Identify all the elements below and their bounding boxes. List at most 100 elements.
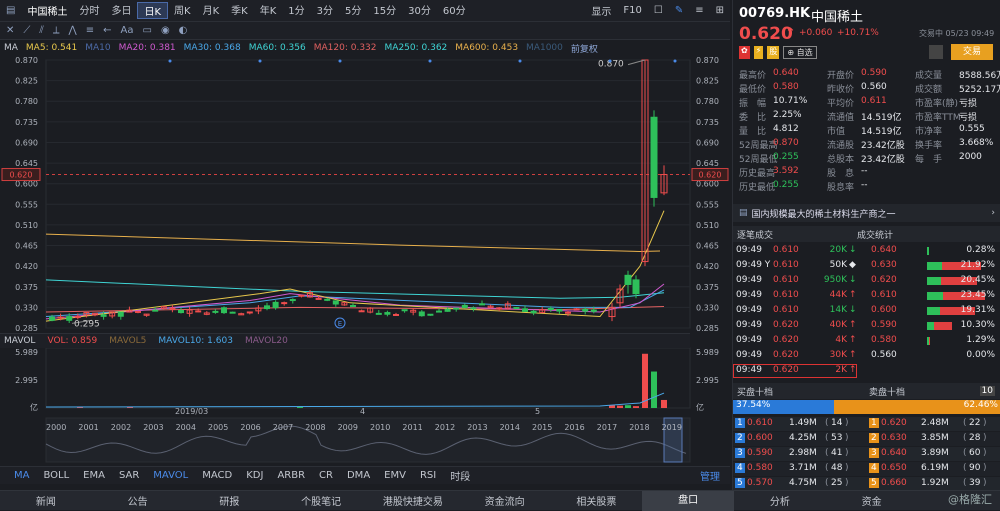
bottom-tab[interactable]: 盘口: [642, 490, 734, 511]
zigzag-icon[interactable]: ⋀: [69, 25, 77, 36]
event-dot: [168, 59, 172, 63]
book-level: 2: [735, 433, 745, 443]
candle: [74, 316, 81, 319]
indicator-tab[interactable]: MACD: [202, 470, 232, 481]
text-icon[interactable]: Aa: [121, 25, 134, 36]
indicator-tab[interactable]: MAVOL: [153, 470, 188, 481]
stock-name[interactable]: 中国稀土: [21, 3, 73, 18]
dist-buy-bar: [927, 247, 929, 255]
indicator-tab[interactable]: DMA: [347, 470, 370, 481]
tick-direction-icon: ↑: [849, 320, 857, 330]
tick-volume: 30K: [829, 350, 847, 360]
fib-icon[interactable]: ≡: [86, 25, 94, 36]
draw-line-icon[interactable]: ✕: [6, 25, 14, 36]
indicator-tab[interactable]: SAR: [119, 470, 139, 481]
trend-icon[interactable]: ⟋: [23, 25, 30, 36]
intro-text: 国内规模最大的稀土材料生产商之一: [751, 209, 896, 220]
list-icon[interactable]: ≡: [689, 5, 709, 16]
period-tab[interactable]: 分时: [73, 2, 105, 19]
tick-time: 09:49: [736, 290, 762, 300]
bottom-tab[interactable]: 资金: [826, 493, 918, 508]
price-tick-left: 0.735: [15, 118, 38, 127]
period-tab[interactable]: 周K: [168, 2, 197, 19]
bottom-tab[interactable]: 公告: [92, 493, 184, 508]
book-orders: 22: [969, 418, 981, 428]
period-tab[interactable]: 日K: [137, 2, 169, 19]
bottom-tab[interactable]: 分析: [734, 493, 826, 508]
dist-price: 0.620: [871, 275, 897, 285]
ma-legend-item: MA1000: [526, 43, 563, 53]
stat-label: 流通股: [827, 141, 855, 151]
alert-icon[interactable]: [929, 45, 943, 59]
bottom-tab[interactable]: 港股快捷交易: [367, 493, 459, 508]
kline-chart[interactable]: 0.870 0.870 0.825 0.825 0.780 0.780 0.735 0.735…: [0, 56, 730, 466]
indicator-tab[interactable]: BOLL: [43, 470, 69, 481]
indicator-tab[interactable]: 时段: [450, 468, 470, 483]
book-row-bg: [733, 432, 1000, 446]
candle: [135, 310, 141, 313]
stat-value: 0.255: [773, 152, 799, 162]
period-tab[interactable]: 30分: [402, 2, 437, 19]
bottom-tab[interactable]: 相关股票: [551, 493, 643, 508]
candle: [444, 308, 451, 312]
indicator-tab[interactable]: EMA: [83, 470, 105, 481]
badges: ✿ ⚡ 股 ⊕ 自选: [739, 46, 817, 59]
eye-icon[interactable]: ◉: [161, 25, 170, 36]
channel-icon[interactable]: ⟂: [53, 25, 60, 36]
bottom-tab[interactable]: 研报: [184, 493, 276, 508]
candle: [289, 299, 296, 302]
indicator-tab[interactable]: EMV: [384, 470, 406, 481]
display-menu[interactable]: 显示: [585, 3, 617, 18]
stat-value: 0.555: [959, 124, 985, 134]
indicator-tab[interactable]: MA: [14, 470, 29, 481]
indicator-tab[interactable]: CR: [319, 470, 333, 481]
chart-icon[interactable]: ▤: [0, 5, 21, 16]
indicator-tab[interactable]: KDJ: [246, 470, 263, 481]
parallel-icon[interactable]: ⫽: [39, 25, 43, 36]
period-tab[interactable]: 年K: [254, 2, 283, 19]
quote-panel: 00769.HK 中国稀土 0.620 ↑ +0.060 +10.71% 交易中…: [732, 0, 1000, 491]
grid-icon[interactable]: ⊞: [710, 5, 730, 16]
period-tab[interactable]: 5分: [339, 2, 367, 19]
dist-price: 0.580: [871, 335, 897, 345]
rect-icon[interactable]: ▭: [142, 25, 151, 36]
bottom-tab[interactable]: 新闻: [0, 493, 92, 508]
price-tick-left: 0.510: [15, 221, 38, 230]
candle: [246, 311, 253, 314]
pen-icon[interactable]: ✎: [669, 5, 689, 16]
candle: [573, 308, 580, 311]
period-tab[interactable]: 多日: [105, 2, 137, 19]
trade-button[interactable]: 交易: [951, 44, 993, 60]
event-e-letter: E: [338, 320, 342, 328]
stat-label: 流通值: [827, 113, 855, 123]
period-tab[interactable]: 月K: [197, 2, 226, 19]
arrow-icon[interactable]: ←: [103, 25, 111, 36]
paren: (: [963, 433, 967, 443]
add-watchlist-button[interactable]: ⊕ 自选: [783, 46, 817, 59]
indicator-tab[interactable]: RSI: [420, 470, 436, 481]
period-tab[interactable]: 3分: [311, 2, 339, 19]
book-volume: 1.92M: [921, 478, 949, 488]
f10-button[interactable]: F10: [617, 5, 647, 16]
period-tab[interactable]: 季K: [225, 2, 254, 19]
company-intro[interactable]: ▤ 国内规模最大的稀土材料生产商之一 ›: [733, 204, 1000, 222]
ten-levels-toggle[interactable]: 10: [979, 386, 995, 396]
lock-icon[interactable]: ◐: [179, 25, 188, 36]
book-orders: 90: [969, 463, 981, 473]
ma-line: [45, 279, 665, 299]
indicator-tab[interactable]: ARBR: [277, 470, 305, 481]
candle: [264, 305, 270, 310]
period-tab[interactable]: 60分: [437, 2, 472, 19]
year-label: 2019: [661, 423, 682, 432]
vol-tick-left: 5.989: [15, 348, 38, 357]
bottom-tab[interactable]: 个股笔记: [275, 493, 367, 508]
period-tab[interactable]: 1分: [282, 2, 310, 19]
month-marker: 5: [535, 407, 540, 416]
candle: [375, 312, 382, 315]
mavol-legend-item: MAVOL: [4, 336, 36, 346]
checkbox-icon[interactable]: ☐: [648, 5, 669, 16]
manage-button[interactable]: 管理: [700, 468, 720, 483]
candle: [418, 311, 425, 317]
bottom-tab[interactable]: 资金流向: [459, 493, 551, 508]
period-tab[interactable]: 15分: [367, 2, 402, 19]
